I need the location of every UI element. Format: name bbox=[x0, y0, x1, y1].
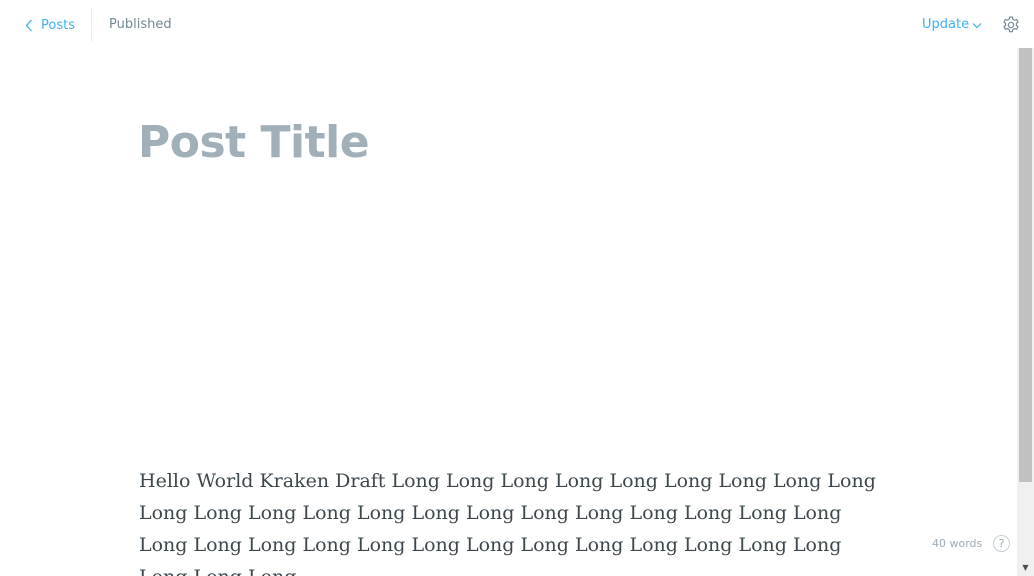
chevron-down-icon bbox=[972, 23, 982, 29]
update-button[interactable]: Update bbox=[922, 17, 982, 32]
vertical-scrollbar[interactable]: ▼ bbox=[1017, 48, 1034, 576]
post-title-input[interactable]: Post Title bbox=[138, 113, 370, 173]
editor-header: Posts Published Update bbox=[0, 0, 1034, 48]
help-button[interactable]: ? bbox=[993, 535, 1010, 552]
scrollbar-thumb[interactable] bbox=[1019, 48, 1032, 482]
settings-button[interactable] bbox=[1001, 15, 1021, 35]
update-button-label: Update bbox=[922, 17, 970, 32]
gear-icon bbox=[1003, 16, 1019, 33]
post-status: Published bbox=[109, 17, 172, 32]
scroll-down-arrow-icon[interactable]: ▼ bbox=[1017, 559, 1034, 576]
post-editor: Posts Published Update Post Title Hello … bbox=[0, 0, 1034, 576]
header-divider bbox=[91, 8, 92, 42]
back-link-label: Posts bbox=[41, 17, 75, 33]
back-to-posts-link[interactable]: Posts bbox=[25, 15, 75, 35]
chevron-left-icon bbox=[25, 19, 32, 31]
question-circle-icon: ? bbox=[998, 537, 1005, 550]
post-body-editor[interactable]: Hello World Kraken Draft Long Long Long … bbox=[139, 465, 884, 576]
word-count: 40 words bbox=[932, 537, 983, 550]
